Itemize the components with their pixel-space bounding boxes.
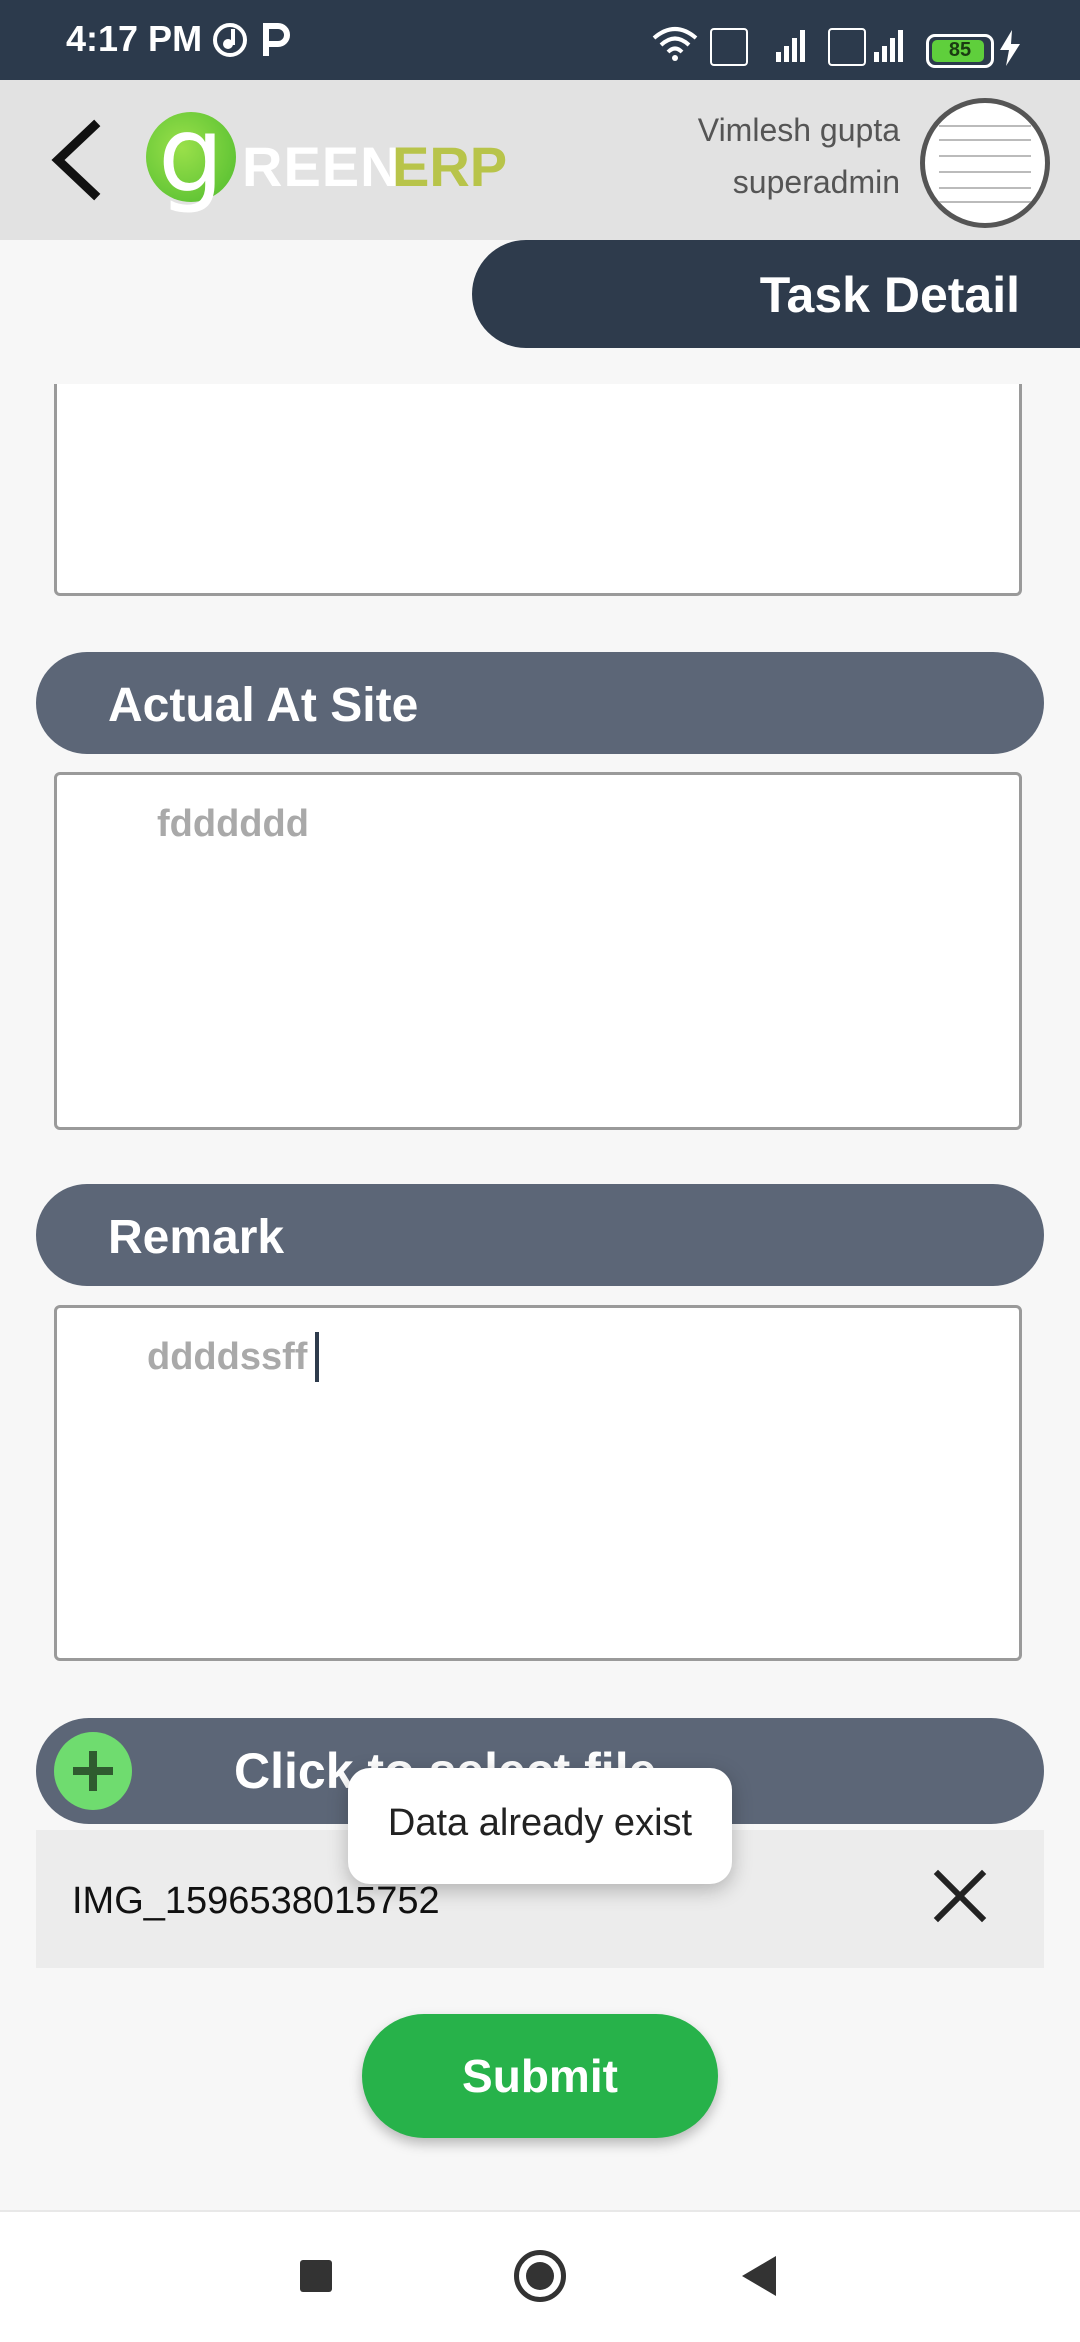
battery-level: 85 bbox=[948, 39, 972, 61]
submit-button[interactable]: Submit bbox=[362, 2014, 718, 2138]
remark-header: Remark bbox=[36, 1184, 1044, 1286]
recent-apps-icon[interactable] bbox=[300, 2260, 332, 2292]
toast-message: Data already exist bbox=[348, 1768, 732, 1884]
nav-back-icon[interactable] bbox=[742, 2256, 776, 2296]
battery-icon: 85 bbox=[926, 34, 994, 68]
previous-text-field[interactable] bbox=[54, 384, 1022, 596]
music-app-icon bbox=[213, 23, 247, 57]
status-time: 4:17 PM bbox=[66, 18, 203, 59]
text-cursor bbox=[315, 1332, 319, 1382]
home-icon[interactable] bbox=[514, 2250, 566, 2302]
logo-g: g bbox=[158, 94, 225, 216]
page-title: Task Detail bbox=[759, 267, 1020, 323]
app-logo: g REEN ERP bbox=[146, 94, 508, 216]
volte-icon bbox=[828, 28, 866, 66]
signal-icon bbox=[874, 30, 903, 62]
close-icon[interactable] bbox=[930, 1866, 990, 1926]
avatar[interactable] bbox=[920, 98, 1050, 228]
user-name: Vimlesh gupta bbox=[697, 112, 900, 148]
volte-icon bbox=[710, 28, 748, 66]
actual-at-site-field[interactable]: fdddddd bbox=[54, 772, 1022, 1130]
logo-erp: ERP bbox=[392, 135, 508, 198]
status-bar: 4:17 PM 85 bbox=[0, 0, 1080, 80]
charging-icon bbox=[1000, 30, 1020, 66]
page-title-tab: Task Detail bbox=[472, 240, 1080, 348]
p-app-icon bbox=[263, 23, 290, 56]
actual-at-site-value: fdddddd bbox=[157, 803, 309, 845]
back-arrow-icon[interactable] bbox=[44, 118, 108, 202]
4g-signal-icon bbox=[776, 30, 805, 62]
plus-icon bbox=[54, 1732, 132, 1810]
remark-field[interactable]: ddddssff bbox=[54, 1305, 1022, 1661]
toast-text: Data already exist bbox=[387, 1802, 693, 1844]
actual-at-site-label: Actual At Site bbox=[108, 679, 419, 732]
remark-value: ddddssff bbox=[147, 1336, 308, 1378]
user-role: superadmin bbox=[732, 164, 900, 200]
actual-at-site-header: Actual At Site bbox=[36, 652, 1044, 754]
wifi-icon bbox=[652, 27, 698, 61]
selected-file-name: IMG_1596538015752 bbox=[72, 1880, 440, 1922]
remark-label: Remark bbox=[108, 1211, 285, 1264]
logo-reen: REEN bbox=[242, 135, 402, 198]
